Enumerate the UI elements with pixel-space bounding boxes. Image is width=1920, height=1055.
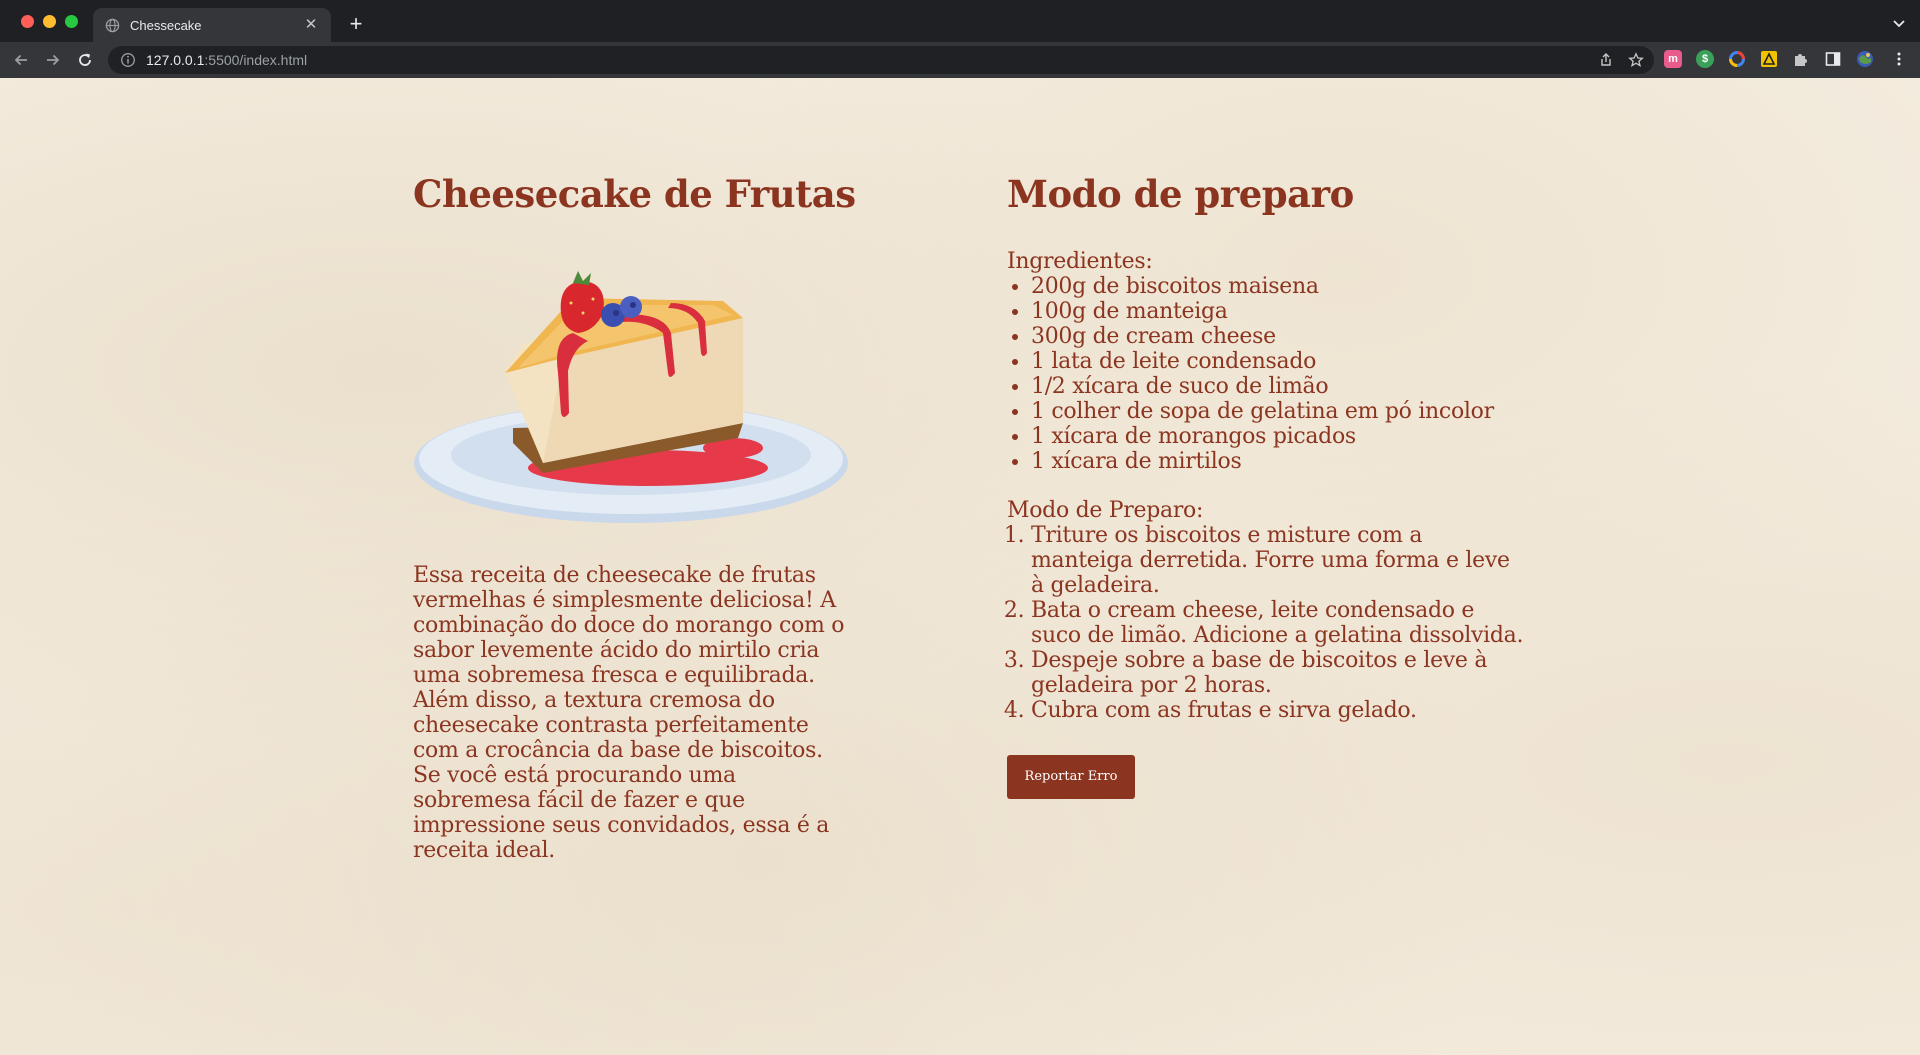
recipe-title: Cheesecake de Frutas <box>413 172 856 216</box>
kebab-menu-icon[interactable] <box>1890 50 1908 68</box>
reload-icon[interactable] <box>76 51 94 69</box>
page-content: Cheesecake de Frutas Essa receita de che… <box>0 78 1920 1055</box>
ingredient-item: 1 colher de sopa de gelatina em pó incol… <box>1031 399 1527 424</box>
step-item: Bata o cream cheese, leite condensado e … <box>1031 598 1527 648</box>
preparation-column: Modo de preparo Ingredientes: 200g de bi… <box>1007 173 1527 799</box>
star-icon[interactable] <box>1628 52 1644 68</box>
tab-title: Chessecake <box>130 17 202 33</box>
recipe-column: Cheesecake de Frutas Essa receita de che… <box>413 172 856 863</box>
ingredient-item: 300g de cream cheese <box>1031 324 1527 349</box>
close-tab-icon[interactable]: ✕ <box>303 17 319 33</box>
dollar-extension-icon[interactable]: $ <box>1696 50 1714 68</box>
browser-tab-bar: Chessecake ✕ + <box>0 0 1920 42</box>
report-error-button[interactable]: Reportar Erro <box>1007 755 1135 799</box>
url-path: :5500/index.html <box>204 52 308 68</box>
ingredients-label: Ingredientes: <box>1007 249 1153 274</box>
ingredient-item: 100g de manteiga <box>1031 299 1527 324</box>
warning-extension-icon[interactable] <box>1760 50 1778 68</box>
globe-icon <box>105 18 120 32</box>
cheesecake-image <box>414 271 848 523</box>
ingredient-item: 1/2 xícara de suco de limão <box>1031 374 1527 399</box>
steps-label: Modo de Preparo: <box>1007 498 1204 523</box>
chevron-down-icon[interactable] <box>1890 14 1908 32</box>
window-controls <box>21 15 78 28</box>
url-host: 127.0.0.1 <box>146 52 205 68</box>
ring-extension-icon[interactable] <box>1728 50 1746 68</box>
step-item: Cubra com as frutas e sirva gelado. <box>1031 698 1527 723</box>
ingredients-list: 200g de biscoitos maisena 100g de mantei… <box>1007 274 1527 474</box>
ingredient-item: 1 lata de leite condensado <box>1031 349 1527 374</box>
browser-tab[interactable]: Chessecake ✕ <box>93 8 331 42</box>
ingredient-item: 1 xícara de morangos picados <box>1031 424 1527 449</box>
close-window-button[interactable] <box>21 15 34 28</box>
preparation-title: Modo de preparo <box>1007 172 1354 216</box>
m-extension-icon[interactable]: m <box>1664 50 1682 68</box>
step-item: Triture os biscoitos e misture com a man… <box>1031 523 1527 598</box>
browser-toolbar: 127.0.0.1:5500/index.html m $ <box>0 42 1920 78</box>
info-icon[interactable] <box>120 52 136 68</box>
steps-list: Triture os biscoitos e misture com a man… <box>1007 523 1527 723</box>
puzzle-extensions-icon[interactable] <box>1792 50 1810 68</box>
forward-arrow-icon[interactable] <box>44 51 62 69</box>
recipe-description: Essa receita de cheesecake de frutas ver… <box>413 563 845 863</box>
back-arrow-icon[interactable] <box>12 51 30 69</box>
share-icon[interactable] <box>1598 52 1614 68</box>
side-panel-icon[interactable] <box>1824 50 1842 68</box>
ingredient-item: 1 xícara de mirtilos <box>1031 449 1527 474</box>
profile-avatar[interactable] <box>1856 50 1874 68</box>
maximize-window-button[interactable] <box>65 15 78 28</box>
ingredient-item: 200g de biscoitos maisena <box>1031 274 1527 299</box>
new-tab-button[interactable]: + <box>344 12 368 36</box>
address-bar[interactable]: 127.0.0.1:5500/index.html <box>108 46 1654 74</box>
minimize-window-button[interactable] <box>43 15 56 28</box>
step-item: Despeje sobre a base de biscoitos e leve… <box>1031 648 1527 698</box>
